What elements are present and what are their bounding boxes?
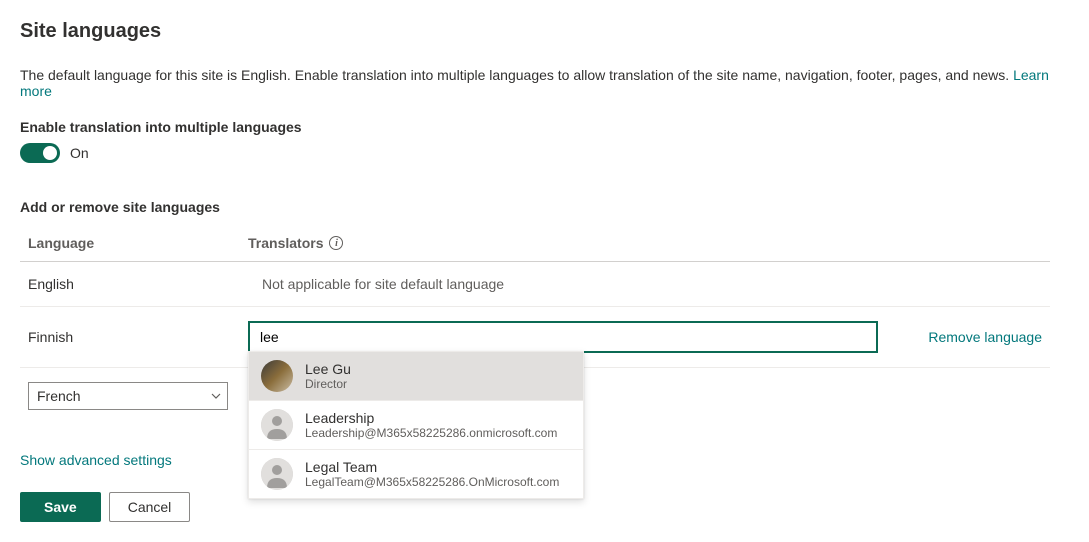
toggle-row: On	[20, 143, 1069, 163]
people-picker-item[interactable]: Lee Gu Director	[249, 352, 583, 401]
chevron-down-icon	[211, 391, 221, 401]
people-sub: Director	[305, 377, 351, 391]
people-name: Lee Gu	[305, 361, 351, 377]
translator-cell	[248, 321, 908, 353]
avatar	[261, 458, 293, 490]
people-text: Legal Team LegalTeam@M365x58225286.OnMic…	[305, 459, 559, 489]
enable-translation-toggle[interactable]	[20, 143, 60, 163]
avatar-photo	[261, 360, 293, 392]
col-language-header: Language	[28, 235, 248, 251]
people-text: Leadership Leadership@M365x58225286.onmi…	[305, 410, 557, 440]
translator-na-text: Not applicable for site default language	[248, 276, 504, 292]
toggle-label: Enable translation into multiple languag…	[20, 119, 1069, 135]
people-picker-dropdown: Lee Gu Director Leadership Leadership@M3…	[248, 351, 584, 499]
intro-text: The default language for this site is En…	[20, 67, 1069, 99]
show-advanced-settings-link[interactable]: Show advanced settings	[20, 452, 172, 468]
col-translators-label: Translators	[248, 235, 323, 251]
people-sub: Leadership@M365x58225286.onmicrosoft.com	[305, 426, 557, 440]
col-translators-header: Translators i	[248, 235, 1042, 251]
languages-table: Language Translators i English Not appli…	[20, 225, 1050, 424]
people-picker-item[interactable]: Legal Team LegalTeam@M365x58225286.OnMic…	[249, 450, 583, 498]
cancel-button[interactable]: Cancel	[109, 492, 191, 522]
language-name: English	[28, 276, 248, 292]
info-icon[interactable]: i	[329, 236, 343, 250]
people-name: Legal Team	[305, 459, 559, 475]
page-title: Site languages	[20, 20, 1069, 43]
people-name: Leadership	[305, 410, 557, 426]
add-language-select[interactable]: French	[28, 382, 228, 410]
remove-language-link[interactable]: Remove language	[928, 329, 1042, 345]
language-name: Finnish	[28, 329, 248, 345]
languages-section-label: Add or remove site languages	[20, 199, 1069, 215]
avatar	[261, 409, 293, 441]
save-button[interactable]: Save	[20, 492, 101, 522]
toggle-knob	[43, 146, 57, 160]
person-icon	[261, 409, 293, 441]
toggle-state: On	[70, 145, 89, 161]
people-sub: LegalTeam@M365x58225286.OnMicrosoft.com	[305, 475, 559, 489]
people-picker-item[interactable]: Leadership Leadership@M365x58225286.onmi…	[249, 401, 583, 450]
person-icon	[261, 458, 293, 490]
translator-input[interactable]	[248, 321, 878, 353]
people-text: Lee Gu Director	[305, 361, 351, 391]
avatar	[261, 360, 293, 392]
intro-body: The default language for this site is En…	[20, 67, 1013, 83]
language-row-english: English Not applicable for site default …	[20, 262, 1050, 307]
translator-cell: Not applicable for site default language	[248, 276, 1042, 292]
add-language-value: French	[37, 388, 81, 404]
languages-table-header: Language Translators i	[20, 225, 1050, 262]
language-row-finnish: Finnish Remove language Lee Gu Director	[20, 307, 1050, 368]
